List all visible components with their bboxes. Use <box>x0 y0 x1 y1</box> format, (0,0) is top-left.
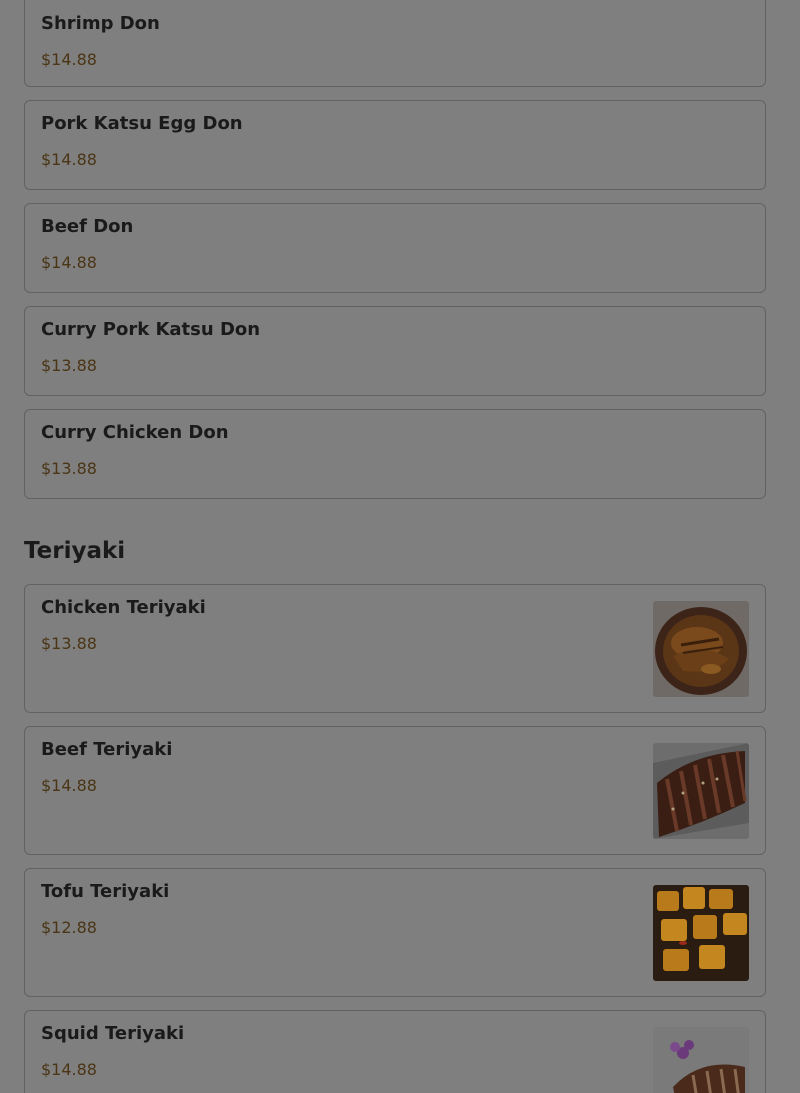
menu-item-price: $13.88 <box>41 634 97 653</box>
menu-item-card[interactable]: Beef Don $14.88 <box>24 203 766 293</box>
menu-item-name: Tofu Teriyaki <box>41 881 170 902</box>
menu-item-name: Chicken Teriyaki <box>41 597 206 618</box>
menu-item-name: Curry Chicken Don <box>41 422 229 443</box>
menu-item-card[interactable]: Tofu Teriyaki $12.88 <box>24 868 766 997</box>
menu-item-price: $14.88 <box>41 253 97 272</box>
menu-item-card[interactable]: Curry Pork Katsu Don $13.88 <box>24 306 766 396</box>
menu-item-price: $14.88 <box>41 50 97 69</box>
menu-item-price: $14.88 <box>41 150 97 169</box>
section-title-teriyaki: Teriyaki <box>24 538 126 564</box>
menu-item-price: $13.88 <box>41 356 97 375</box>
menu-item-name: Curry Pork Katsu Don <box>41 319 261 340</box>
menu-item-name: Beef Don <box>41 216 134 237</box>
menu-item-name: Squid Teriyaki <box>41 1023 185 1044</box>
menu-item-name: Shrimp Don <box>41 13 160 34</box>
menu-item-card[interactable]: Pork Katsu Egg Don $14.88 <box>24 100 766 190</box>
menu-item-price: $14.88 <box>41 776 97 795</box>
chicken-teriyaki-photo[interactable] <box>653 601 749 697</box>
menu-item-card[interactable]: Curry Chicken Don $13.88 <box>24 409 766 499</box>
squid-teriyaki-photo[interactable] <box>653 1027 749 1093</box>
beef-teriyaki-photo[interactable] <box>653 743 749 839</box>
menu-item-price: $12.88 <box>41 918 97 937</box>
menu-item-card[interactable]: Squid Teriyaki $14.88 <box>24 1010 766 1093</box>
tofu-teriyaki-photo[interactable] <box>653 885 749 981</box>
menu-item-name: Pork Katsu Egg Don <box>41 113 243 134</box>
menu-item-card[interactable]: Beef Teriyaki $14.88 <box>24 726 766 855</box>
menu-item-card[interactable]: Chicken Teriyaki $13.88 <box>24 584 766 713</box>
menu-item-name: Beef Teriyaki <box>41 739 173 760</box>
menu-item-card[interactable]: Shrimp Don $14.88 <box>24 0 766 87</box>
menu-item-price: $14.88 <box>41 1060 97 1079</box>
menu-item-price: $13.88 <box>41 459 97 478</box>
menu-page: Shrimp Don $14.88 Pork Katsu Egg Don $14… <box>0 0 800 1093</box>
